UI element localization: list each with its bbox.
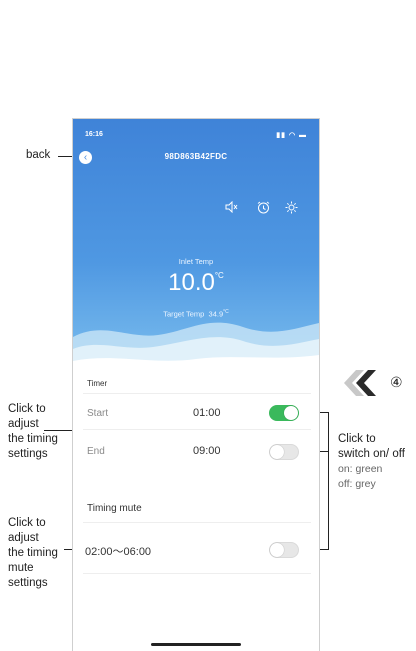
timing-mute-toggle[interactable]: [269, 542, 299, 558]
sun-icon[interactable]: [285, 201, 298, 217]
alarm-clock-icon[interactable]: [257, 201, 270, 217]
timing-mute-section-title: Timing mute: [87, 503, 142, 514]
adjust-timing-annotation: Click to adjust the timing settings: [8, 403, 58, 460]
wifi-icon: ◠: [288, 132, 297, 139]
divider: [83, 429, 311, 430]
timing-mute-range[interactable]: 02:00～06:00: [85, 543, 151, 559]
phone-screen: 16:16 ▮▮ ◠ ▬ ‹ 98D863B42FDC Inlet Temp 1…: [72, 118, 320, 651]
timer-section-title: Timer: [87, 379, 108, 388]
back-annotation: back: [26, 149, 51, 161]
timer-start-toggle[interactable]: [269, 405, 299, 421]
battery-icon: ▬: [299, 132, 307, 139]
wave-decoration: [73, 322, 319, 379]
toggle-knob: [284, 406, 298, 420]
adjust-mute-annotation: Click to adjust the timing mute settings: [8, 517, 58, 589]
inlet-temp-value: 10.0°C: [168, 269, 224, 296]
header-panel: 16:16 ▮▮ ◠ ▬ ‹ 98D863B42FDC Inlet Temp 1…: [73, 119, 319, 379]
timer-end-label: End: [87, 446, 105, 457]
step-number: ④: [390, 374, 403, 390]
divider: [83, 393, 311, 394]
step-chevrons-icon: [344, 370, 376, 396]
switch-pointer-vertical: [328, 412, 329, 550]
divider: [83, 573, 311, 574]
switch-annotation: Click to switch on/ off on: green off: g…: [338, 433, 405, 490]
status-icons: ▮▮ ◠ ▬: [276, 131, 307, 139]
toggle-knob: [270, 543, 284, 557]
inlet-temp-label: Inlet Temp: [178, 257, 214, 266]
timer-end-time[interactable]: 09:00: [193, 445, 221, 457]
timer-start-label: Start: [87, 408, 109, 419]
device-id-title: 98D863B42FDC: [164, 152, 228, 161]
divider: [83, 522, 311, 523]
status-time: 16:16: [85, 131, 103, 138]
timer-end-toggle[interactable]: [269, 444, 299, 460]
toggle-knob: [270, 445, 284, 459]
mute-icon[interactable]: [225, 200, 239, 216]
timer-start-time[interactable]: 01:00: [193, 407, 221, 419]
home-indicator[interactable]: [151, 643, 241, 646]
signal-icon: ▮▮: [276, 132, 286, 139]
